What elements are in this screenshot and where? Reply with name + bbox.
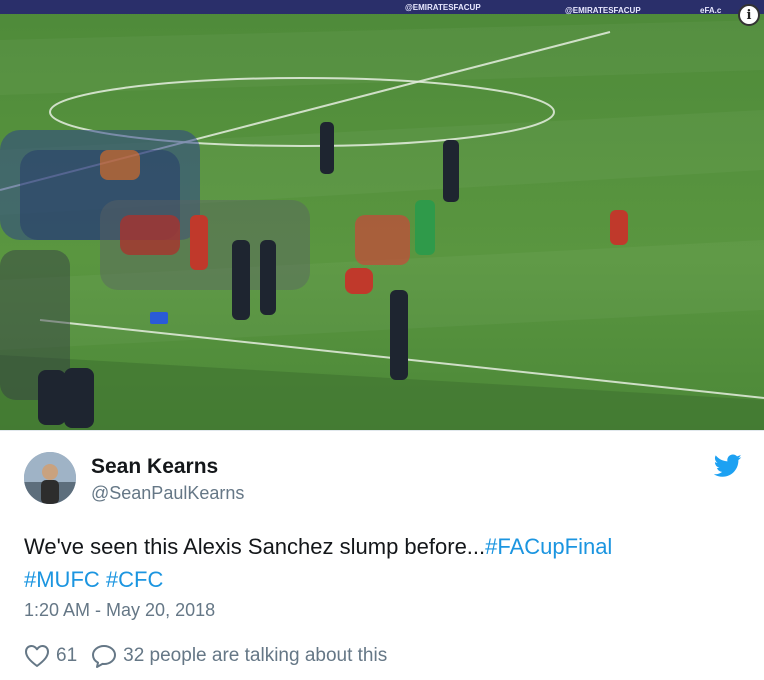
tweet-author: Sean Kearns @SeanPaulKearns [24,452,742,508]
user-handle[interactable]: @SeanPaulKearns [91,483,244,504]
board-text-1: @EMIRATESFACUP [405,3,481,12]
avatar-image [24,452,76,504]
speech-bubble-icon [92,645,117,668]
display-name[interactable]: Sean Kearns [91,455,218,479]
reply-button[interactable]: 32 people are talking about this [91,644,387,668]
like-count: 61 [56,645,78,666]
hashtag-cfc[interactable]: #CFC [106,567,163,592]
tweet-actions: 61 32 people are talking about this [24,642,387,670]
tweet-text-main: We've seen this Alexis Sanchez slump bef… [24,534,486,559]
like-button[interactable]: 61 [24,644,77,668]
tweet-text: We've seen this Alexis Sanchez slump bef… [24,530,724,596]
reply-text: 32 people are talking about this [123,645,388,666]
info-glyph: i [746,7,752,23]
heart-icon [25,645,49,667]
tweet-timestamp[interactable]: 1:20 AM - May 20, 2018 [24,600,215,621]
board-text-2: @EMIRATESFACUP [565,6,641,15]
media-divider [0,430,764,431]
tweet-photo[interactable]: @EMIRATESFACUP @EMIRATESFACUP eFA.c i [0,0,764,430]
avatar[interactable] [24,452,76,504]
hashtag-mufc[interactable]: #MUFC [24,567,100,592]
board-text-3: eFA.c [700,6,722,15]
twitter-bird-icon[interactable] [714,454,742,478]
hashtag-facupfinal[interactable]: #FACupFinal [485,534,612,559]
info-icon[interactable]: i [738,4,760,26]
pitch-photo: @EMIRATESFACUP @EMIRATESFACUP eFA.c [0,0,764,430]
